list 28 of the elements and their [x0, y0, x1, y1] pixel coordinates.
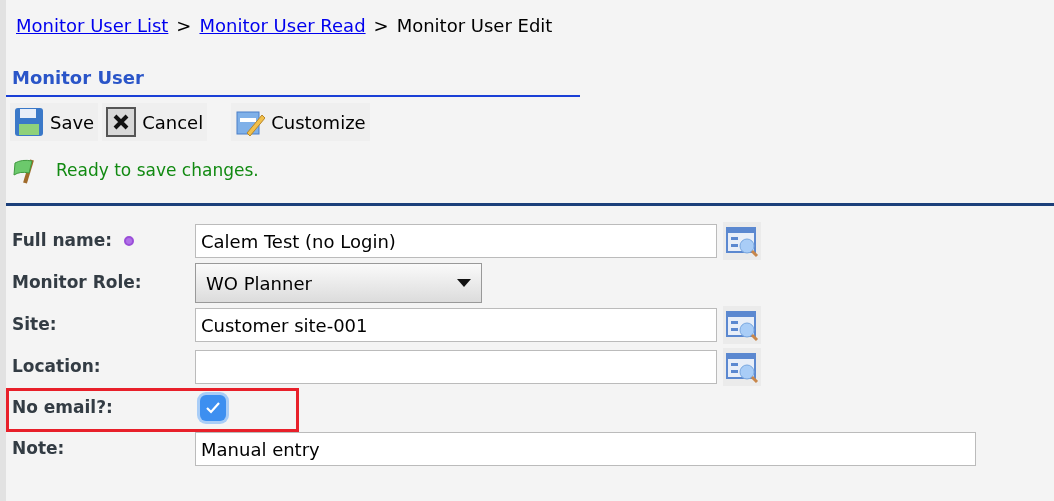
- save-button[interactable]: Save: [10, 103, 99, 141]
- field-label: Site:: [12, 313, 57, 337]
- field-label: Location:: [12, 355, 101, 379]
- field-label: Full name:: [12, 229, 113, 253]
- field-label: No email?:: [12, 396, 113, 420]
- lookup-icon[interactable]: [725, 350, 759, 384]
- lookup-icon[interactable]: [725, 308, 759, 342]
- text-field[interactable]: Customer site-001: [195, 308, 717, 342]
- role-dropdown[interactable]: WO Planner: [195, 263, 482, 303]
- text-field[interactable]: [195, 350, 717, 384]
- checkbox[interactable]: [200, 395, 226, 421]
- text-field[interactable]: Manual entry: [195, 432, 976, 466]
- cancel-button[interactable]: Cancel: [102, 103, 208, 141]
- text-field[interactable]: Calem Test (no Login): [195, 224, 717, 258]
- field-label: Note:: [12, 437, 65, 461]
- status-message: Ready to save changes.: [56, 159, 259, 183]
- breadcrumb-current: Monitor User Edit: [396, 15, 553, 36]
- breadcrumb-separator: >: [373, 15, 389, 36]
- customize-button[interactable]: Customize: [231, 103, 370, 141]
- close-icon: [106, 107, 137, 137]
- breadcrumb-link[interactable]: Monitor User List: [16, 15, 169, 36]
- form-title: Monitor User: [6, 52, 580, 97]
- breadcrumb-link[interactable]: Monitor User Read: [199, 15, 366, 36]
- breadcrumb-separator: >: [176, 15, 192, 36]
- caret-icon: [457, 279, 471, 287]
- lookup-icon[interactable]: [725, 224, 759, 258]
- field-label: Monitor Role:: [12, 271, 142, 295]
- check-icon: [206, 402, 220, 414]
